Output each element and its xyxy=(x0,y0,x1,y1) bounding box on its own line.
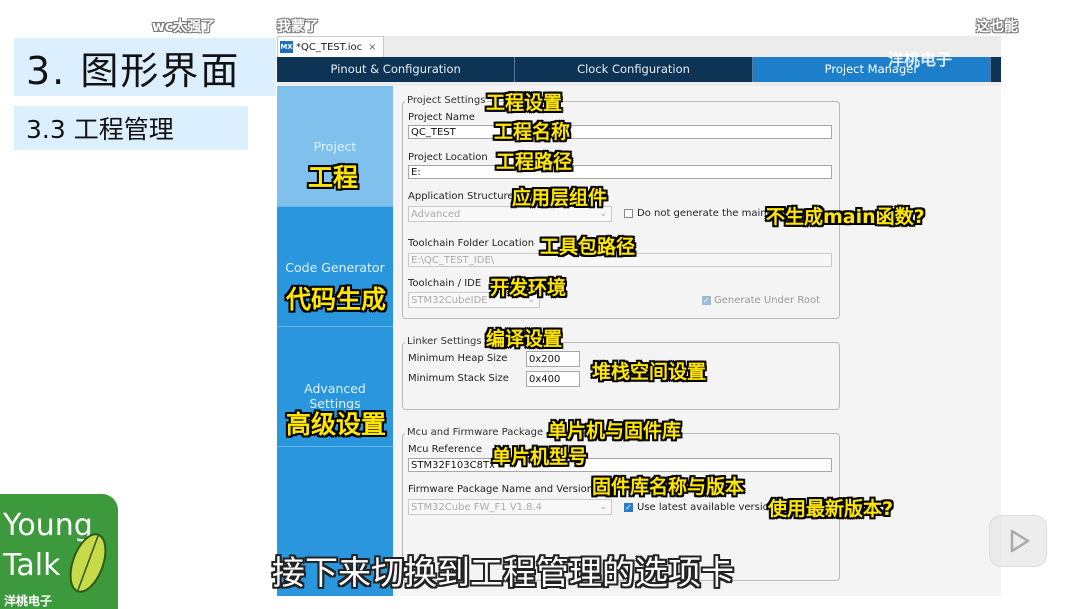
group-title: Project Settings xyxy=(405,95,488,106)
project-location-field[interactable]: E: xyxy=(408,165,832,179)
project-location-label: Project Location xyxy=(408,152,488,163)
firmware-package-select[interactable]: STM32Cube FW_F1 V1.8.4 ⌄ xyxy=(408,499,612,515)
sidebar-item-label: Project xyxy=(313,139,357,154)
danmaku-comment: 我蒙了 xyxy=(277,19,319,35)
group-title: Mcu and Firmware Package xyxy=(405,427,546,438)
tab-clock-configuration[interactable]: Clock Configuration xyxy=(515,57,753,82)
annotation-application-structure: 应用层组件 xyxy=(512,187,608,209)
chevron-down-icon: ⌄ xyxy=(599,502,607,512)
application-structure-label: Application Structure xyxy=(408,191,514,202)
annotation-use-latest: 使用最新版本? xyxy=(768,498,894,520)
tab-project-manager[interactable]: Project Manager xyxy=(752,57,992,82)
logo-text-cn: 洋桃电子 xyxy=(4,594,53,608)
no-main-checkbox[interactable] xyxy=(624,209,633,218)
sidebar-item-label: Code Generator xyxy=(285,260,385,275)
annotation-code-generator: 代码生成 xyxy=(286,285,387,314)
watermark: 洋桃电子 xyxy=(888,50,953,69)
play-button[interactable] xyxy=(989,515,1047,567)
toolchain-folder-label: Toolchain Folder Location xyxy=(408,238,535,249)
danmaku-comment: wc太强了 xyxy=(152,19,216,35)
leaf-icon xyxy=(69,533,107,593)
logo-text-talk: Talk xyxy=(3,548,61,583)
generate-under-root-label: Generate Under Root xyxy=(714,295,820,306)
firmware-package-label: Firmware Package Name and Version xyxy=(408,484,594,495)
play-icon xyxy=(1010,529,1030,553)
sidebar-divider xyxy=(277,446,393,447)
annotation-project: 工程 xyxy=(308,163,359,192)
tab-pinout-configuration[interactable]: Pinout & Configuration xyxy=(277,57,516,82)
annotation-mcu-firmware: 单片机与固件库 xyxy=(548,420,682,442)
firmware-package-value: STM32Cube FW_F1 V1.8.4 xyxy=(411,502,543,513)
video-caption: 接下来切换到工程管理的选项卡 xyxy=(272,553,734,592)
annotation-project-location: 工程路径 xyxy=(496,151,573,173)
annotation-project-settings: 工程设置 xyxy=(486,92,563,114)
close-icon[interactable]: × xyxy=(368,42,376,53)
annotation-firmware-package: 固件库名称与版本 xyxy=(592,476,745,498)
minimum-stack-size-field[interactable]: 0x400 xyxy=(526,371,580,387)
generate-under-root-checkbox[interactable]: ✓ xyxy=(702,296,711,305)
toolchain-ide-label: Toolchain / IDE xyxy=(408,278,482,289)
file-tab-label: *QC_TEST.ioc xyxy=(296,41,363,53)
annotation-linker-settings: 编译设置 xyxy=(486,328,563,350)
annotation-advanced-settings: 高级设置 xyxy=(286,410,387,439)
mcu-reference-field[interactable]: STM32F103C8Tx xyxy=(408,458,832,472)
application-structure-value: Advanced xyxy=(411,209,461,220)
project-name-field[interactable]: QC_TEST xyxy=(408,125,832,139)
danmaku-comment: 这也能 xyxy=(976,19,1018,35)
minimum-heap-size-label: Minimum Heap Size xyxy=(408,353,508,364)
annotation-project-name: 工程名称 xyxy=(494,121,571,143)
file-tab[interactable]: MX *QC_TEST.ioc × xyxy=(277,36,384,57)
annotation-mcu-reference: 单片机型号 xyxy=(492,446,588,468)
toolchain-ide-value: STM32CubeIDE xyxy=(411,295,488,306)
minimum-stack-size-label: Minimum Stack Size xyxy=(408,373,509,384)
slide-title: 3. 图形界面 xyxy=(26,49,241,93)
annotation-no-main: 不生成main函数? xyxy=(766,206,925,228)
minimum-heap-size-field[interactable]: 0x200 xyxy=(526,351,580,367)
annotation-toolchain-ide: 开发环境 xyxy=(490,277,567,299)
mcu-reference-label: Mcu Reference xyxy=(408,444,482,455)
tabbar-end xyxy=(991,57,1001,82)
annotation-stack-heap: 堆栈空间设置 xyxy=(592,361,707,383)
slide-subtitle: 3.3 工程管理 xyxy=(26,115,174,144)
use-latest-version-checkbox[interactable]: ✓ xyxy=(624,503,633,512)
project-name-label: Project Name xyxy=(408,112,475,123)
annotation-toolchain-folder: 工具包路径 xyxy=(540,236,636,258)
cubemx-icon: MX xyxy=(280,41,293,53)
use-latest-version-label: Use latest available version xyxy=(637,502,776,513)
group-title: Linker Settings xyxy=(405,336,484,347)
no-main-label: Do not generate the main() xyxy=(637,208,775,219)
